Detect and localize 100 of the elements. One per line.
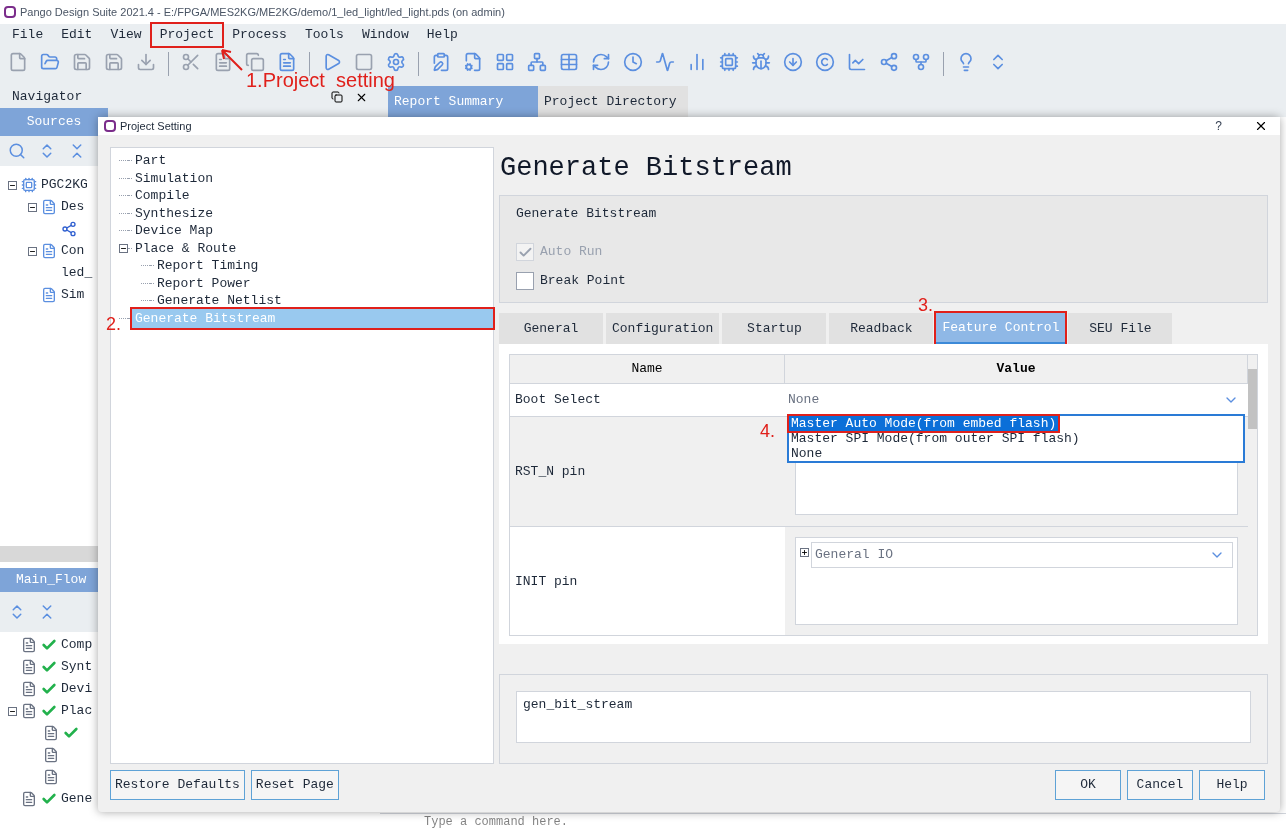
save-icon[interactable] bbox=[72, 52, 92, 72]
tree-item[interactable]: Con bbox=[61, 241, 85, 261]
document-icon bbox=[21, 703, 37, 719]
menu-item[interactable]: View bbox=[102, 24, 150, 46]
download-icon[interactable] bbox=[783, 52, 803, 72]
file-icon bbox=[41, 199, 57, 215]
tree-item[interactable]: Des bbox=[61, 197, 85, 217]
help-button[interactable]: ? bbox=[1215, 117, 1222, 135]
settings-tree-item[interactable]: Device Map bbox=[132, 221, 216, 241]
collapse-icon[interactable] bbox=[8, 180, 17, 190]
close-icon[interactable] bbox=[1254, 119, 1268, 133]
dialog-button[interactable]: Restore Defaults bbox=[110, 770, 245, 800]
settings-tree-item[interactable]: Simulation bbox=[132, 168, 216, 188]
flow-item[interactable]: Synt bbox=[61, 657, 93, 677]
settings-tree-item[interactable]: Report Timing bbox=[154, 256, 262, 276]
dialog-button[interactable]: Reset Page bbox=[250, 770, 339, 800]
io-type-dropdown[interactable]: General IO bbox=[811, 542, 1233, 568]
flow-item[interactable]: Gene bbox=[61, 789, 93, 809]
line-chart-icon[interactable] bbox=[847, 52, 867, 72]
settings-tree-item[interactable]: Generate Netlist bbox=[154, 291, 285, 311]
collapse-icon[interactable] bbox=[28, 246, 37, 256]
save-as-icon[interactable] bbox=[104, 52, 124, 72]
dropdown-option[interactable]: None bbox=[789, 446, 1243, 461]
table-icon[interactable] bbox=[559, 52, 579, 72]
dialog-button[interactable]: OK bbox=[1055, 770, 1121, 800]
command-text-area[interactable]: gen_bit_stream bbox=[516, 691, 1251, 743]
annotation-arrow bbox=[218, 46, 244, 72]
waveform-icon[interactable] bbox=[655, 52, 675, 72]
flow-item[interactable]: Devi bbox=[61, 679, 93, 699]
collapse-icon[interactable] bbox=[28, 202, 37, 212]
play-icon[interactable] bbox=[322, 52, 342, 72]
search-icon[interactable] bbox=[8, 142, 26, 160]
refresh-icon[interactable] bbox=[591, 52, 611, 72]
dropdown-option[interactable]: Master SPI Mode(from outer SPI flash) bbox=[789, 431, 1243, 446]
stop-icon[interactable] bbox=[354, 52, 374, 72]
menu-item[interactable]: Project bbox=[151, 24, 223, 46]
tree-item[interactable]: Sim bbox=[61, 285, 85, 305]
report-icon[interactable] bbox=[463, 52, 483, 72]
settings-tree-item[interactable]: Place & Route bbox=[132, 238, 240, 258]
command-field[interactable]: Type a command here. bbox=[380, 813, 1286, 829]
grid-icon[interactable] bbox=[495, 52, 515, 72]
editor-tab[interactable]: Project Directory bbox=[538, 86, 688, 117]
flow-item[interactable]: Comp bbox=[61, 635, 93, 655]
hierarchy-icon[interactable] bbox=[911, 52, 931, 72]
folder-icon[interactable] bbox=[40, 52, 60, 72]
restore-icon[interactable] bbox=[331, 91, 343, 103]
annotation-label: 2. bbox=[106, 313, 121, 336]
check-icon bbox=[63, 725, 79, 741]
column-header: Name bbox=[510, 355, 785, 383]
panel-title: Main_Flow bbox=[16, 571, 87, 590]
flow-item[interactable]: Plac bbox=[61, 701, 93, 721]
tree-item[interactable]: PGC2KG bbox=[41, 175, 88, 195]
scissors-icon[interactable] bbox=[181, 52, 201, 72]
chip-icon[interactable] bbox=[719, 52, 739, 72]
check-icon bbox=[41, 703, 57, 719]
document-icon bbox=[43, 725, 59, 741]
dialog-button[interactable]: Help bbox=[1199, 770, 1265, 800]
settings-tab[interactable]: SEU File bbox=[1068, 313, 1173, 344]
settings-tree-item[interactable]: Part bbox=[132, 151, 170, 171]
document-icon bbox=[21, 681, 37, 697]
checkbox[interactable] bbox=[516, 272, 534, 290]
chart-icon[interactable] bbox=[687, 52, 707, 72]
menu-item[interactable]: File bbox=[4, 24, 52, 46]
gear-icon[interactable] bbox=[386, 52, 406, 72]
clipboard-icon[interactable] bbox=[431, 52, 451, 72]
settings-tab[interactable]: General bbox=[499, 313, 603, 344]
collapse-icon[interactable] bbox=[119, 243, 128, 253]
document-icon bbox=[21, 791, 37, 807]
clock-icon[interactable] bbox=[623, 52, 643, 72]
document-icon bbox=[43, 747, 59, 763]
pin-field[interactable]: General IO bbox=[795, 537, 1238, 625]
document-icon bbox=[21, 659, 37, 675]
check-icon bbox=[41, 659, 57, 675]
settings-tab[interactable]: Startup bbox=[722, 313, 827, 344]
scrollbar[interactable] bbox=[1248, 355, 1257, 635]
menu-item[interactable]: Window bbox=[353, 24, 417, 46]
bug-icon[interactable] bbox=[751, 52, 771, 72]
panel-title: Navigator bbox=[12, 88, 84, 107]
settings-tree-item[interactable]: Synthesize bbox=[132, 203, 216, 223]
page-icon[interactable] bbox=[277, 52, 297, 72]
copy-icon[interactable] bbox=[245, 52, 265, 72]
settings-tree-item[interactable]: Compile bbox=[132, 186, 193, 206]
settings-tab[interactable]: Configuration bbox=[606, 313, 720, 344]
network-icon[interactable] bbox=[527, 52, 547, 72]
menu-item[interactable]: Process bbox=[224, 24, 295, 46]
document-icon[interactable] bbox=[213, 52, 233, 72]
menu-item[interactable]: Tools bbox=[296, 24, 352, 46]
dropdown-option[interactable]: Master Auto Mode(from embed flash) bbox=[789, 416, 1059, 431]
menu-item[interactable]: Edit bbox=[53, 24, 101, 46]
menu-item[interactable]: Help bbox=[418, 24, 466, 46]
collapse-icon[interactable] bbox=[8, 706, 17, 716]
page-heading: Generate Bitstream bbox=[499, 152, 793, 185]
dialog-button[interactable]: Cancel bbox=[1127, 770, 1193, 800]
new-file-icon[interactable] bbox=[8, 52, 28, 72]
settings-tree-item[interactable]: Report Power bbox=[154, 273, 254, 293]
boot-select-dropdown[interactable]: None bbox=[785, 384, 1248, 416]
tree-item[interactable]: led_ bbox=[61, 263, 93, 283]
settings-tab[interactable]: Readback bbox=[829, 313, 934, 344]
expand-icon[interactable] bbox=[800, 548, 809, 557]
share-icon[interactable] bbox=[879, 52, 899, 72]
